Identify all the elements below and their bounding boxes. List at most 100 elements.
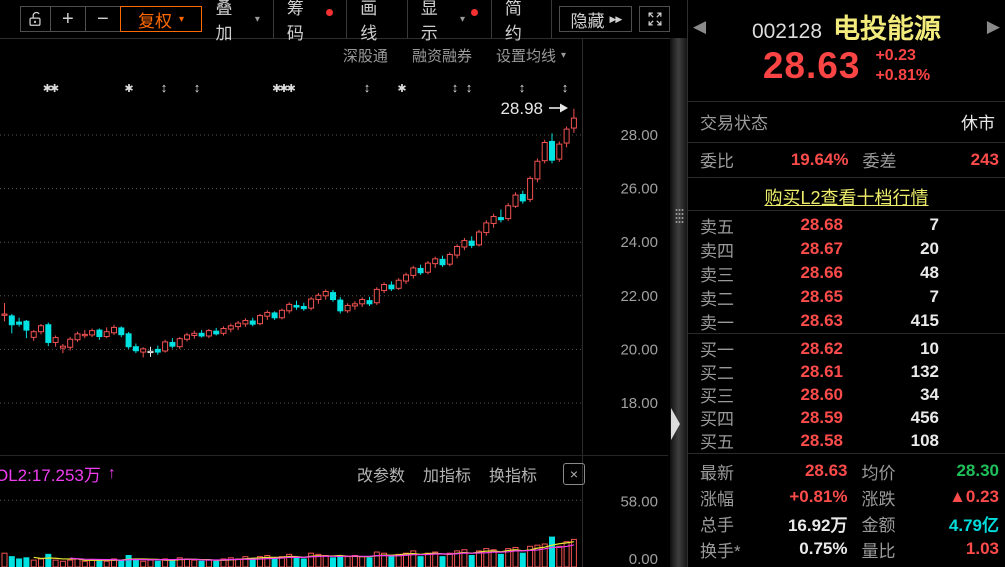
change-params-button[interactable]: 改参数 xyxy=(357,462,405,486)
bid-row[interactable]: 买三 28.60 34 xyxy=(688,383,1005,406)
close-indicator-button[interactable]: × xyxy=(563,463,585,485)
weicha-label: 委差 xyxy=(863,147,915,172)
stock-title: 002128 电投能源 xyxy=(688,7,1005,46)
svg-text:✱: ✱ xyxy=(124,83,133,95)
unlock-icon xyxy=(26,10,44,28)
price-change: +0.23 +0.81% xyxy=(875,46,930,86)
chevron-down-icon: ▾ xyxy=(255,14,260,25)
adjust-price-button[interactable]: 复权 ▾ xyxy=(120,6,203,32)
divider xyxy=(688,210,1005,211)
stat-label: 量比 xyxy=(862,537,918,562)
ask-price: 28.68 xyxy=(758,215,843,235)
hide-panel-button[interactable]: 隐藏 ▶▶ xyxy=(559,6,632,32)
ask-price: 28.67 xyxy=(758,239,843,259)
stat-value-avg: 28.30 xyxy=(918,461,1000,481)
stat-label: 均价 xyxy=(862,459,918,484)
svg-text:26.00: 26.00 xyxy=(620,181,658,198)
stat-row: 涨幅 +0.81% 涨跌 ▲0.23 xyxy=(688,484,1005,510)
status-label: 交易状态 xyxy=(700,109,768,134)
bid-row[interactable]: 买五 28.58 108 xyxy=(688,429,1005,452)
ask-qty: 48 xyxy=(843,263,939,283)
indicator-actions: 改参数 加指标 换指标 × xyxy=(357,462,585,486)
add-indicator-button[interactable]: 加指标 xyxy=(423,462,471,486)
svg-text:↕: ↕ xyxy=(519,80,524,95)
stat-value-volume: 16.92万 xyxy=(766,511,848,536)
zoom-in-button[interactable]: + xyxy=(50,6,87,32)
divider xyxy=(688,453,1005,454)
svg-text:20.00: 20.00 xyxy=(620,341,658,358)
bid-row[interactable]: 买四 28.59 456 xyxy=(688,406,1005,429)
weibi-value: 19.64% xyxy=(764,150,849,170)
zoom-out-button[interactable]: − xyxy=(85,6,121,32)
volume-header: OL2:17.253万 ↑ 改参数 加指标 换指标 × xyxy=(1,461,585,486)
ask-qty: 20 xyxy=(843,239,939,259)
stock-code: 002128 xyxy=(752,20,822,44)
svg-text:↕: ↕ xyxy=(466,80,471,95)
ask-row[interactable]: 卖二 28.65 7 xyxy=(688,285,1005,309)
fullscreen-button[interactable] xyxy=(639,6,670,32)
svg-text:↕: ↕ xyxy=(562,80,567,95)
splitter-bar[interactable] xyxy=(670,38,687,567)
stock-trading-app: + − 复权 ▾ 叠加 ▾ 筹码 画线 显示 ▾ 简约 隐藏 xyxy=(0,0,1005,567)
weibi-label: 委比 xyxy=(700,147,764,172)
ask-price: 28.65 xyxy=(758,287,843,307)
ask-qty: 7 xyxy=(843,287,939,307)
svg-text:↕: ↕ xyxy=(364,80,369,95)
ask-level-label: 卖三 xyxy=(700,261,758,286)
svg-text:↕: ↕ xyxy=(452,80,457,95)
hide-label: 隐藏 xyxy=(571,7,605,32)
svg-text:18.00: 18.00 xyxy=(620,395,658,412)
volume-indicator-value: OL2:17.253万 xyxy=(0,461,101,486)
collapse-arrow-icon[interactable] xyxy=(671,408,680,440)
double-arrow-right-icon: ▶▶ xyxy=(610,14,622,25)
ask-row[interactable]: 卖五 28.68 7 xyxy=(688,213,1005,237)
svg-text:58.00: 58.00 xyxy=(620,493,658,510)
buy-l2-link[interactable]: 购买L2查看十档行情 xyxy=(764,188,928,208)
stat-value-chg: ▲0.23 xyxy=(918,487,1000,507)
bid-row[interactable]: 买二 28.61 132 xyxy=(688,360,1005,383)
divider xyxy=(688,142,1005,143)
ask-qty: 415 xyxy=(843,311,939,331)
bid-price: 28.58 xyxy=(758,431,843,451)
ask-row[interactable]: 卖一 28.63 415 xyxy=(688,309,1005,333)
stats-block: 最新 28.63 均价 28.30 涨幅 +0.81% 涨跌 ▲0.23 总手 … xyxy=(688,458,1005,562)
order-imbalance-row: 委比 19.64% 委差 243 xyxy=(700,147,999,172)
stat-label: 涨跌 xyxy=(862,485,918,510)
up-arrow-icon: ↑ xyxy=(108,465,116,483)
svg-text:0.00: 0.00 xyxy=(629,551,658,567)
bid-row[interactable]: 买一 28.62 10 xyxy=(688,337,1005,360)
bid-price: 28.61 xyxy=(758,362,843,382)
ask-price: 28.63 xyxy=(758,311,843,331)
change-percent: +0.81% xyxy=(875,67,930,84)
fullscreen-icon xyxy=(646,10,664,28)
svg-text:28.00: 28.00 xyxy=(620,127,658,144)
trading-status-row: 交易状态 休市 xyxy=(700,109,995,134)
candlestick-chart[interactable]: 28.0026.0024.0022.0020.0018.00✱✱✱↕↕✱✱✱↕✱… xyxy=(0,38,668,456)
bid-qty: 456 xyxy=(843,408,939,428)
svg-text:24.00: 24.00 xyxy=(620,234,658,251)
bid-price: 28.60 xyxy=(758,385,843,405)
bid-qty: 132 xyxy=(843,362,939,382)
price-row: 28.63 +0.23 +0.81% xyxy=(688,45,1005,87)
stat-label: 总手 xyxy=(700,511,766,536)
lock-button[interactable] xyxy=(20,6,51,32)
chart-toolbar: + − 复权 ▾ 叠加 ▾ 筹码 画线 显示 ▾ 简约 隐藏 xyxy=(0,0,670,39)
stat-value-ratio: 1.03 xyxy=(918,539,1000,559)
divider xyxy=(688,333,1005,334)
splitter-grip-icon[interactable] xyxy=(675,208,684,224)
close-icon: × xyxy=(570,466,578,482)
switch-indicator-button[interactable]: 换指标 xyxy=(489,462,537,486)
stat-label: 涨幅 xyxy=(700,485,766,510)
ask-price: 28.66 xyxy=(758,263,843,283)
ask-row[interactable]: 卖三 28.66 48 xyxy=(688,261,1005,285)
stat-value-last: 28.63 xyxy=(766,461,848,481)
quote-panel: ◀ ▶ 002128 电投能源 28.63 +0.23 +0.81% 交易状态 … xyxy=(688,0,1005,567)
stat-value-pct: +0.81% xyxy=(766,487,848,507)
svg-text:✱✱: ✱✱ xyxy=(43,83,59,95)
toolbar-divider xyxy=(551,0,552,38)
ask-row[interactable]: 卖四 28.67 20 xyxy=(688,237,1005,261)
notification-dot xyxy=(326,9,333,16)
ask-qty: 7 xyxy=(843,215,939,235)
adjust-price-label: 复权 xyxy=(138,7,172,32)
svg-text:22.00: 22.00 xyxy=(620,288,658,305)
